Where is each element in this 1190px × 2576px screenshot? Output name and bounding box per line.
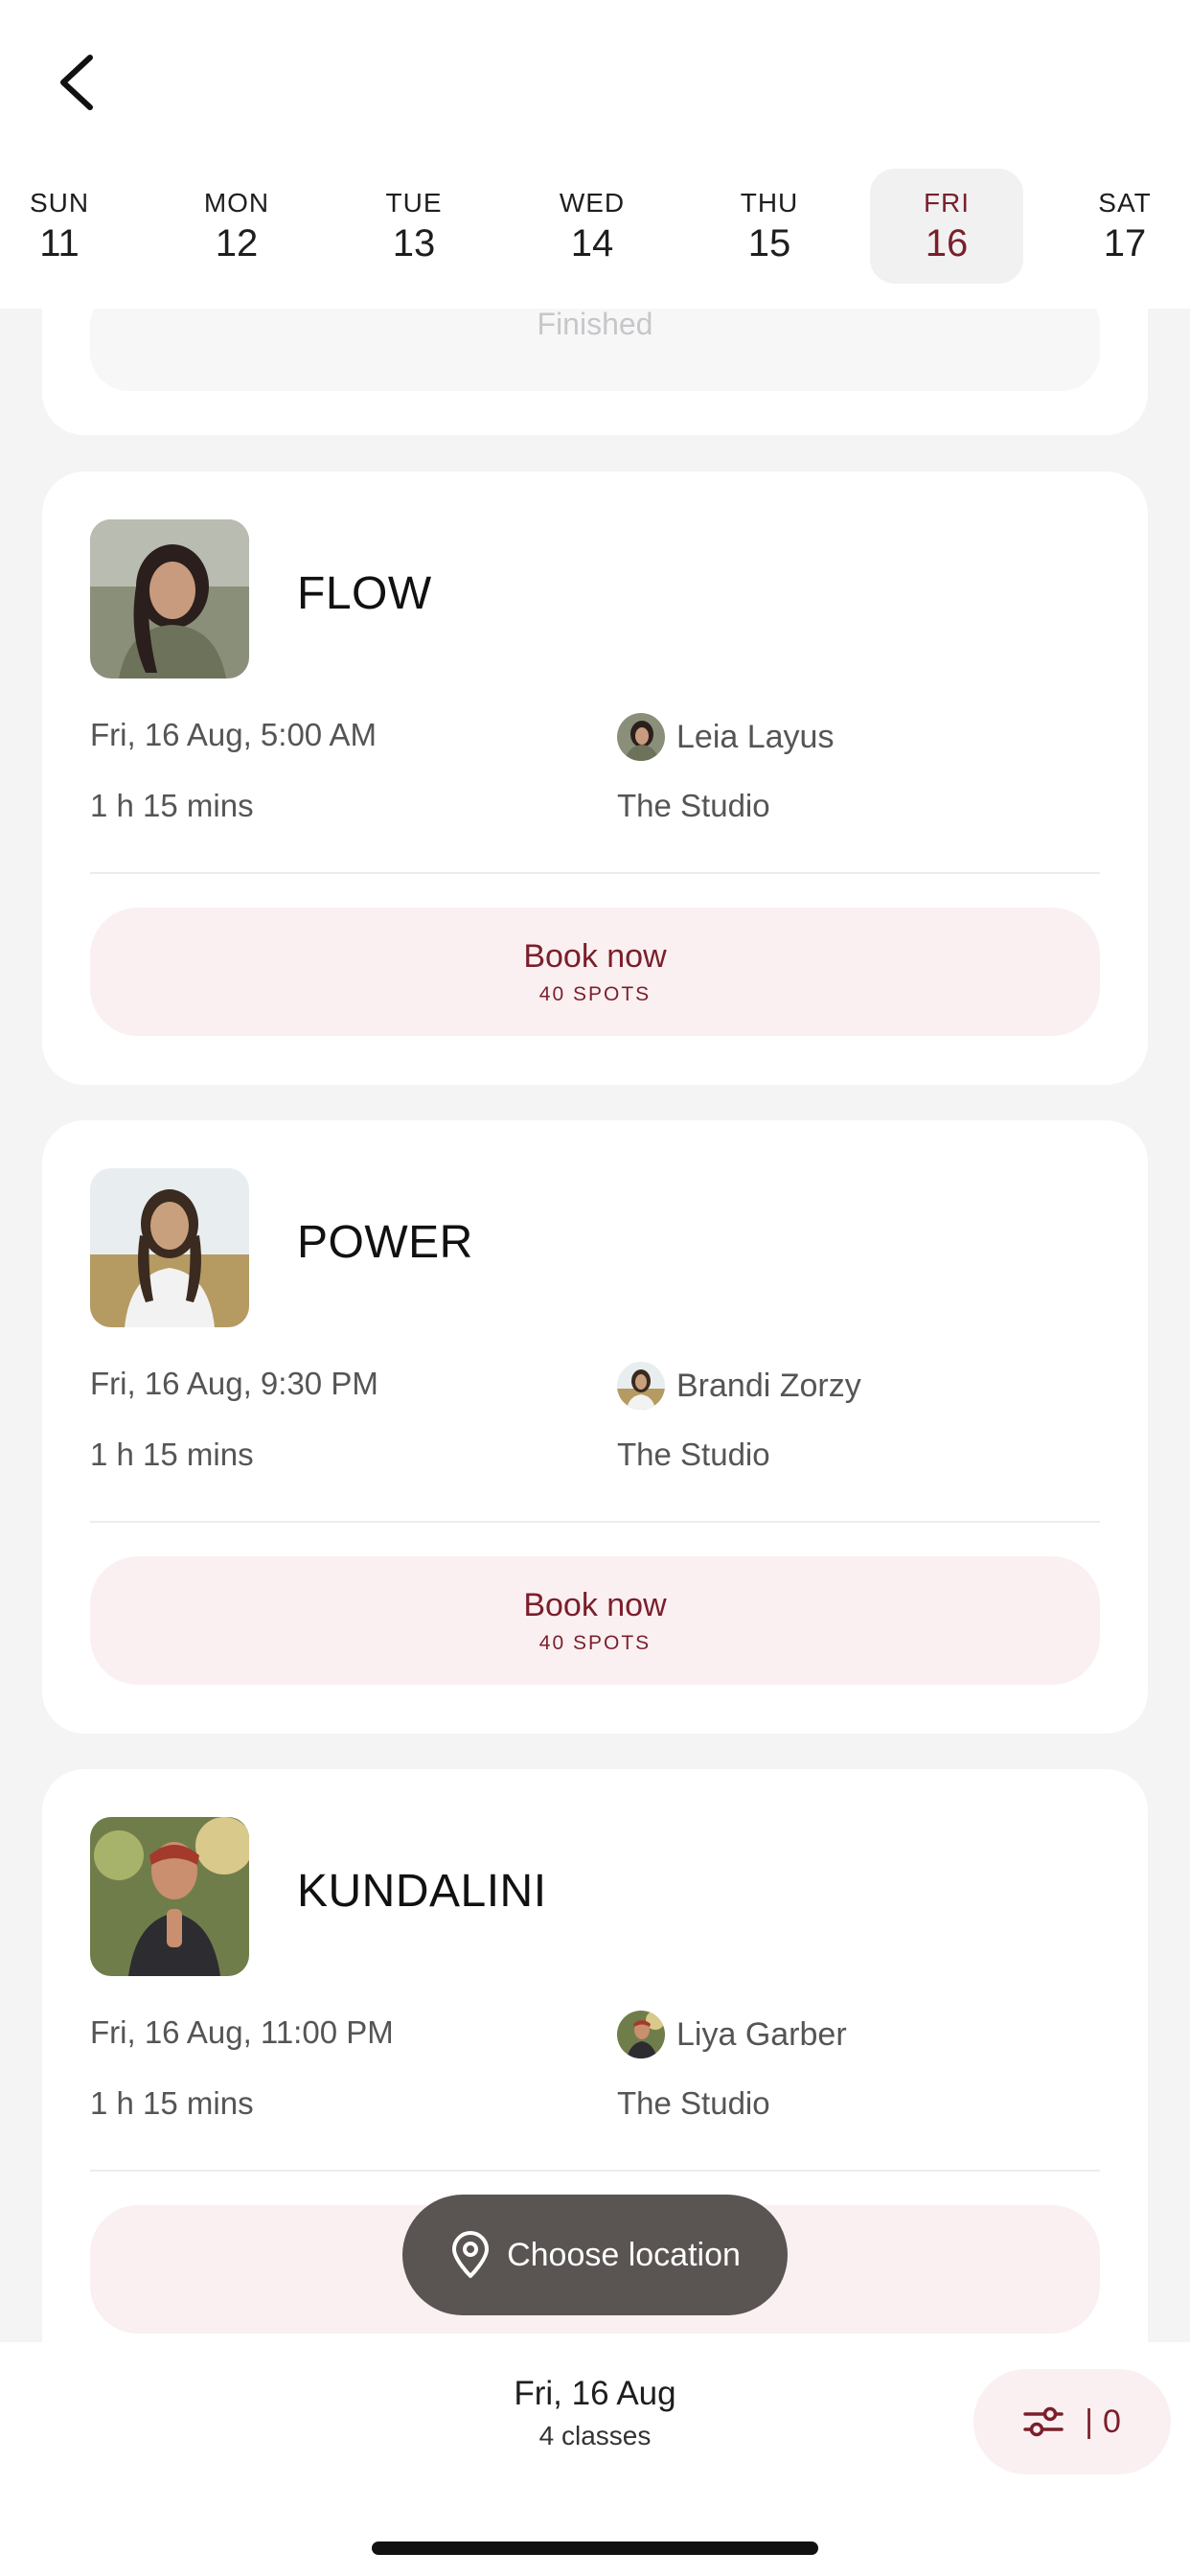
class-datetime: Fri, 16 Aug, 5:00 AM <box>90 717 377 752</box>
instructor-name: Brandi Zorzy <box>676 1367 861 1404</box>
day-tue[interactable]: TUE 13 <box>337 169 491 284</box>
day-date: 11 <box>39 221 80 264</box>
instructor-avatar <box>617 1362 665 1410</box>
class-duration: 1 h 15 mins <box>90 1437 254 1472</box>
day-name: THU <box>740 187 799 218</box>
class-title: KUNDALINI <box>297 1866 547 1917</box>
class-photo <box>90 1168 249 1327</box>
day-date: 17 <box>1103 221 1147 264</box>
day-date: 12 <box>215 221 259 264</box>
home-indicator <box>372 2542 818 2555</box>
class-card-power[interactable]: POWER Fri, 16 Aug, 9:30 PM Brandi Zorzy … <box>42 1120 1148 1734</box>
spots-count: 40 SPOTS <box>538 982 652 1005</box>
book-now-button[interactable]: Book now 40 SPOTS <box>90 1556 1100 1685</box>
instructor-name: Liya Garber <box>676 2015 847 2053</box>
day-thu[interactable]: THU 15 <box>693 169 846 284</box>
day-date: 14 <box>570 221 614 264</box>
day-name: MON <box>203 187 270 218</box>
class-location: The Studio <box>617 1437 770 1472</box>
book-now-button[interactable]: Book now 40 SPOTS <box>90 908 1100 1036</box>
instructor-name: Leia Layus <box>676 718 835 755</box>
filter-button[interactable]: | 0 <box>973 2369 1171 2474</box>
day-name: FRI <box>923 187 971 218</box>
class-datetime: Fri, 16 Aug, 9:30 PM <box>90 1366 378 1401</box>
spots-count: 40 SPOTS <box>538 1631 652 1654</box>
day-fri[interactable]: FRI 16 <box>870 169 1023 284</box>
book-label: Book now <box>523 937 667 975</box>
class-location: The Studio <box>617 2085 770 2121</box>
instructor-avatar <box>617 2011 665 2058</box>
day-sun[interactable]: SUN 11 <box>0 169 136 284</box>
instructor: Brandi Zorzy <box>617 1362 861 1410</box>
day-mon[interactable]: MON 12 <box>160 169 313 284</box>
bottom-bar: Fri, 16 Aug 4 classes | 0 <box>0 2342 1190 2576</box>
choose-location-button[interactable]: Choose location <box>402 2195 788 2315</box>
chevron-left-icon <box>60 55 93 110</box>
map-pin-icon <box>452 2231 490 2278</box>
divider <box>90 2170 1100 2172</box>
sliders-icon <box>1023 2406 1064 2437</box>
class-duration: 1 h 15 mins <box>90 2085 254 2121</box>
instructor: Liya Garber <box>617 2011 847 2058</box>
class-title: FLOW <box>297 568 432 619</box>
class-duration: 1 h 15 mins <box>90 788 254 823</box>
day-date: 13 <box>392 221 436 264</box>
day-name: WED <box>559 187 626 218</box>
week-day-selector: SUN 11 MON 12 TUE 13 WED 14 THU 15 FRI 1… <box>0 169 1190 284</box>
day-wed[interactable]: WED 14 <box>515 169 669 284</box>
day-date: 16 <box>925 221 969 264</box>
class-location: The Studio <box>617 788 770 823</box>
divider <box>90 872 1100 874</box>
class-datetime: Fri, 16 Aug, 11:00 PM <box>90 2014 394 2050</box>
book-label: Book now <box>523 1586 667 1623</box>
class-photo <box>90 1817 249 1976</box>
choose-location-label: Choose location <box>507 2236 741 2273</box>
instructor: Leia Layus <box>617 713 834 761</box>
day-date: 15 <box>747 221 791 264</box>
instructor-avatar <box>617 713 665 761</box>
class-photo <box>90 519 249 678</box>
top-bar: SUN 11 MON 12 TUE 13 WED 14 THU 15 FRI 1… <box>0 0 1190 309</box>
filter-count: 0 <box>1102 2403 1121 2440</box>
day-name: TUE <box>385 187 443 218</box>
day-name: SAT <box>1098 187 1152 218</box>
class-card-flow[interactable]: FLOW Fri, 16 Aug, 5:00 AM Leia Layus 1 h… <box>42 472 1148 1085</box>
filter-separator: | <box>1085 2403 1093 2440</box>
day-name: SUN <box>29 187 90 218</box>
back-button[interactable] <box>42 48 111 117</box>
divider <box>90 1521 1100 1523</box>
class-title: POWER <box>297 1217 473 1268</box>
day-sat[interactable]: SAT 17 <box>1048 169 1190 284</box>
